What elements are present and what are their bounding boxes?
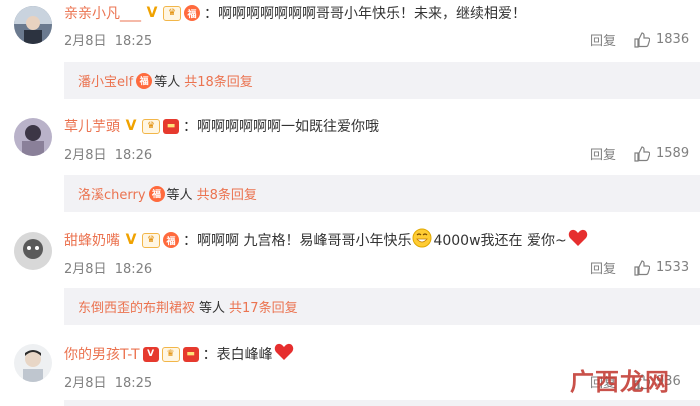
comment-date: 2月8日 (64, 34, 107, 49)
red-heart-emoji-icon (568, 229, 588, 251)
comment-header: 甜蜂奶嘴 V ♛ 福 ：啊啊啊 九宫格！易峰哥哥小年快乐 4000w我还在 爱你… (64, 228, 589, 252)
reply-user-name[interactable]: 潘小宝elf (78, 71, 133, 90)
comment-header: 你的男孩T-T V ♛ ▬ ：表白峰峰 (64, 343, 295, 365)
comment-text-continued: 4000w我还在 爱你~ (433, 233, 567, 249)
comment-date: 2月8日 (64, 376, 107, 391)
fu-badge-icon: 福 (184, 5, 200, 21)
comment-text: ：啊啊啊啊啊啊一如既往爱你哦 (183, 119, 379, 135)
reply-thread[interactable]: 东倒西歪的布荆裙衩 等人 共17条回复 (64, 288, 700, 325)
comment-time: 18:25 (114, 376, 153, 391)
username[interactable]: 甜蜂奶嘴 (64, 230, 120, 250)
comment-header: 亲亲小凡___ V ♛ 福 ：啊啊啊啊啊啊啊哥哥小年快乐！未来，继续相爱！ (64, 2, 526, 24)
red-heart-emoji-icon (274, 343, 294, 365)
red-envelope-badge-icon: ▬ (163, 118, 179, 134)
thumbs-up-icon[interactable] (634, 259, 651, 276)
comment-timestamp: 2月8日 18:26 (64, 258, 152, 277)
crown-badge-icon: ♛ (142, 118, 160, 134)
reply-thread-partial (64, 400, 700, 406)
reply-user-name[interactable]: 东倒西歪的布荆裙衩 (78, 297, 195, 316)
comment-timestamp: 2月8日 18:26 (64, 144, 152, 163)
crown-badge-icon: ♛ (161, 346, 180, 362)
verified-v-icon: V (146, 5, 158, 21)
comment-header: 草儿芋頭 V ♛ ▬ ：啊啊啊啊啊啊一如既往爱你哦 (64, 115, 379, 137)
reply-count-link[interactable]: 共17条回复 (229, 297, 298, 316)
comment-actions: 回复 1589 (590, 144, 692, 163)
avatar[interactable] (14, 118, 52, 156)
fu-badge-icon: 福 (148, 185, 165, 202)
grin-emoji-icon (412, 228, 432, 252)
comment-text: ：啊啊啊啊啊啊啊哥哥小年快乐！未来，继续相爱！ (204, 6, 526, 22)
crown-badge-icon: ♛ (163, 5, 181, 21)
comment-time: 18:26 (114, 262, 153, 277)
comment-actions: 回复 1533 (590, 258, 692, 277)
comment-date: 2月8日 (64, 148, 107, 163)
comment-actions: 回复 1836 (590, 30, 692, 49)
verified-v-icon: V (125, 232, 137, 248)
comment-timestamp: 2月8日 18:25 (64, 372, 152, 391)
thumbs-up-icon[interactable] (634, 145, 651, 162)
comment-timestamp: 2月8日 18:25 (64, 30, 152, 49)
crown-badge-icon: ♛ (142, 232, 160, 248)
reply-button[interactable]: 回复 (590, 258, 616, 277)
reply-etc-label: 等人 (166, 188, 193, 203)
username[interactable]: 亲亲小凡___ (64, 3, 141, 23)
avatar[interactable] (14, 232, 52, 270)
reply-etc-label: 等人 (154, 75, 181, 90)
reply-users: 东倒西歪的布荆裙衩 (78, 297, 195, 316)
watermark-text: 广西龙网 (570, 366, 670, 396)
reply-button[interactable]: 回复 (590, 30, 616, 49)
reply-users: 洛溪cherry 福 (78, 184, 165, 203)
username[interactable]: 草儿芋頭 (64, 116, 120, 136)
like-count: 1836 (656, 32, 690, 47)
reply-etc-label: 等人 (199, 301, 226, 316)
avatar[interactable] (14, 6, 52, 44)
reply-count-link[interactable]: 共8条回复 (197, 184, 257, 203)
like-count: 1589 (656, 146, 690, 161)
site-watermark: 广西龙网 (570, 363, 670, 396)
like-count: 1533 (656, 260, 690, 275)
reply-count-link[interactable]: 共18条回复 (184, 71, 253, 90)
username[interactable]: 你的男孩T-T (64, 344, 140, 364)
comment-time: 18:26 (114, 148, 153, 163)
red-envelope-badge-icon: ▬ (182, 346, 199, 362)
reply-user-name[interactable]: 洛溪cherry (78, 184, 146, 203)
reply-thread[interactable]: 洛溪cherry 福 等人 共8条回复 (64, 175, 700, 212)
verified-v-icon: V (142, 346, 159, 362)
comment-date: 2月8日 (64, 262, 107, 277)
reply-users: 潘小宝elf 福 (78, 71, 153, 90)
fu-badge-icon: 福 (136, 72, 153, 89)
verified-v-icon: V (125, 118, 137, 134)
reply-button[interactable]: 回复 (590, 144, 616, 163)
fu-badge-icon: 福 (163, 232, 179, 248)
comment-time: 18:25 (114, 34, 153, 49)
comment-text: ：啊啊啊 九宫格！易峰哥哥小年快乐 (183, 233, 412, 249)
avatar[interactable] (14, 344, 52, 382)
reply-thread[interactable]: 潘小宝elf 福 等人 共18条回复 (64, 62, 700, 99)
thumbs-up-icon[interactable] (634, 31, 651, 48)
comment-text: ：表白峰峰 (202, 347, 273, 363)
